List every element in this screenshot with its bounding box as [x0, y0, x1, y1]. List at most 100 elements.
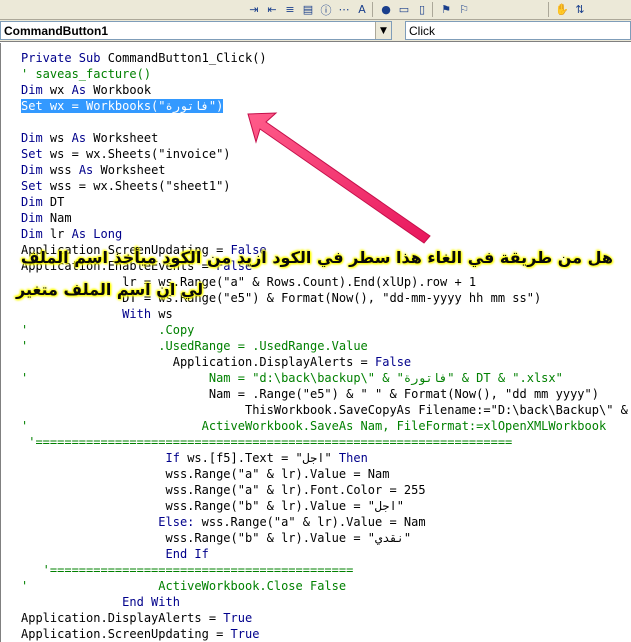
object-dropdown-value: CommandButton1	[4, 24, 108, 38]
code-editor[interactable]: Private Sub CommandButton1_Click() ' save…	[0, 43, 631, 642]
code-line[interactable]: Application.ScreenUpdating = True	[21, 626, 259, 642]
code-comment: '=======================================…	[21, 563, 354, 577]
code-line[interactable]: ' ActiveWorkbook.Close False	[21, 578, 346, 594]
code-line[interactable]: wss.Range("a" & lr).Font.Color = 255	[21, 482, 425, 498]
list-constants-icon[interactable]: ▤	[299, 1, 317, 18]
code-line[interactable]: ThisWorkbook.SaveCopyAs Filename:="D:\ba…	[21, 402, 631, 418]
code-comment: ' ActiveWorkbook.SaveAs Nam, FileFormat:…	[21, 419, 607, 433]
code-token: Application.DisplayAlerts =	[21, 611, 224, 625]
code-token: Workbook	[93, 83, 152, 97]
code-line[interactable]: Nam = .Range("e5") & " " & Format(Now(),…	[21, 386, 599, 402]
code-token: Else:	[158, 515, 202, 529]
code-token: As Long	[71, 227, 123, 241]
code-token: As	[78, 163, 101, 177]
code-token: Dim	[21, 131, 50, 145]
code-token: Then	[338, 451, 368, 465]
code-token: Nam	[49, 211, 72, 225]
complete-word-icon[interactable]: A	[353, 1, 371, 18]
code-line[interactable]: ' .Copy	[21, 322, 194, 338]
code-token: Dim	[21, 227, 50, 241]
code-line[interactable]: Dim wx As Workbook	[21, 82, 151, 98]
code-line[interactable]: Dim DT	[21, 194, 64, 210]
code-line[interactable]: Set wx = Workbooks("فاتورة")	[21, 98, 224, 114]
code-comment: '=======================================…	[21, 435, 513, 449]
code-line[interactable]: ' saveas_facture()	[21, 66, 151, 82]
code-token: If	[165, 451, 188, 465]
code-line[interactable]: wss.Range("b" & lr).Value = "نقدي"	[21, 530, 411, 546]
code-line[interactable]: '=======================================…	[21, 562, 354, 578]
code-line[interactable]: ' ActiveWorkbook.SaveAs Nam, FileFormat:…	[21, 418, 606, 434]
code-token: wss.Range("a" & lr).Value = Nam	[201, 515, 426, 529]
toolbar-separator	[548, 2, 549, 17]
code-line[interactable]: Dim Nam	[21, 210, 72, 226]
code-comment: ' Nam = "d:\back\backup\" & "فاتورة" & D…	[21, 371, 563, 385]
previous-bookmark-icon[interactable]: ✋	[553, 1, 571, 18]
code-token: Private Sub	[21, 51, 108, 65]
code-token: ws = wx.Sheets("invoice")	[49, 147, 231, 161]
outdent-icon[interactable]: ⇤	[263, 1, 281, 18]
code-line[interactable]: End If	[21, 546, 209, 562]
code-token: Set	[21, 179, 50, 193]
edit-toolbar: ⇥ ⇤ ≡ ▤ ⓘ ⋯ A ● ▭ ▯ ⚑ ⚐ ✋ ⇅	[0, 0, 631, 20]
comment-block-icon[interactable]: ▭	[395, 1, 413, 18]
clear-bookmarks-icon[interactable]: ⇅	[571, 1, 589, 18]
code-line[interactable]: ' .UsedRange = .UsedRange.Value	[21, 338, 368, 354]
uncomment-block-icon[interactable]: ▯	[413, 1, 431, 18]
code-token: wx	[49, 83, 72, 97]
code-token: As	[71, 83, 94, 97]
code-token: Dim	[21, 163, 50, 177]
code-line[interactable]: Application.DisplayAlerts = False	[21, 354, 411, 370]
code-line[interactable]: With ws	[21, 306, 173, 322]
quick-info-icon[interactable]: ⓘ	[317, 1, 335, 18]
parameter-info-icon[interactable]: ⋯	[335, 1, 353, 18]
code-token: Nam = .Range("e5") & " " & Format(Now(),…	[21, 387, 599, 401]
code-window-header: CommandButton1 ▼ Click	[0, 20, 631, 42]
code-token: wss	[49, 163, 79, 177]
code-comment: ' .Copy	[21, 323, 195, 337]
toggle-bookmark-icon[interactable]: ⚑	[437, 1, 455, 18]
code-line[interactable]: End With	[21, 594, 180, 610]
list-properties-icon[interactable]: ≡	[281, 1, 299, 18]
code-line[interactable]: ' Nam = "d:\back\backup\" & "فاتورة" & D…	[21, 370, 563, 386]
code-line[interactable]: Dim wss As Worksheet	[21, 162, 166, 178]
selected-code: Set wx = Workbooks("فاتورة")	[21, 99, 224, 113]
indent-icon[interactable]: ⇥	[245, 1, 263, 18]
code-token: Application.ScreenUpdating =	[21, 627, 231, 641]
code-token: End With	[122, 595, 180, 609]
toolbar-separator	[432, 2, 433, 17]
code-line[interactable]: wss.Range("b" & lr).Value = "اجل"	[21, 498, 404, 514]
toggle-breakpoint-icon[interactable]: ●	[377, 1, 395, 18]
code-line[interactable]: Else: wss.Range("a" & lr).Value = Nam	[21, 514, 426, 530]
code-line[interactable]: Dim ws As Worksheet	[21, 130, 158, 146]
code-token: Dim	[21, 211, 50, 225]
code-token: ws.[f5].Text = "اجل"	[187, 451, 339, 465]
chevron-down-icon[interactable]: ▼	[375, 22, 391, 39]
object-dropdown[interactable]: CommandButton1 ▼	[0, 21, 392, 40]
code-token: True	[223, 611, 253, 625]
code-comment: ' saveas_facture()	[21, 67, 152, 81]
code-token: Application.DisplayAlerts =	[21, 355, 376, 369]
code-line[interactable]: Application.DisplayAlerts = True	[21, 610, 252, 626]
toolbar-separator	[372, 2, 373, 17]
code-line[interactable]: Dim lr As Long	[21, 226, 122, 242]
code-line[interactable]: Private Sub CommandButton1_Click()	[21, 50, 267, 66]
code-token: As	[71, 131, 94, 145]
next-bookmark-icon[interactable]: ⚐	[455, 1, 473, 18]
code-line[interactable]: If ws.[f5].Text = "اجل" Then	[21, 450, 368, 466]
code-token: Dim	[21, 195, 50, 209]
code-token: ws	[49, 131, 72, 145]
code-line[interactable]: Set ws = wx.Sheets("invoice")	[21, 146, 231, 162]
code-line[interactable]: wss.Range("a" & lr).Value = Nam	[21, 466, 389, 482]
code-token: Worksheet	[93, 131, 159, 145]
code-token: Set	[21, 147, 50, 161]
code-token: wss.Range("b" & lr).Value = "اجل"	[21, 499, 404, 513]
code-token: False	[375, 355, 412, 369]
code-line[interactable]: '=======================================…	[21, 434, 512, 450]
annotation-text-line1: هل من طريقة في الغاء هذا سطر في الكود از…	[20, 248, 613, 267]
code-line[interactable]: Set wss = wx.Sheets("sheet1")	[21, 178, 231, 194]
code-token: Worksheet	[100, 163, 166, 177]
procedure-dropdown[interactable]: Click	[405, 21, 631, 40]
